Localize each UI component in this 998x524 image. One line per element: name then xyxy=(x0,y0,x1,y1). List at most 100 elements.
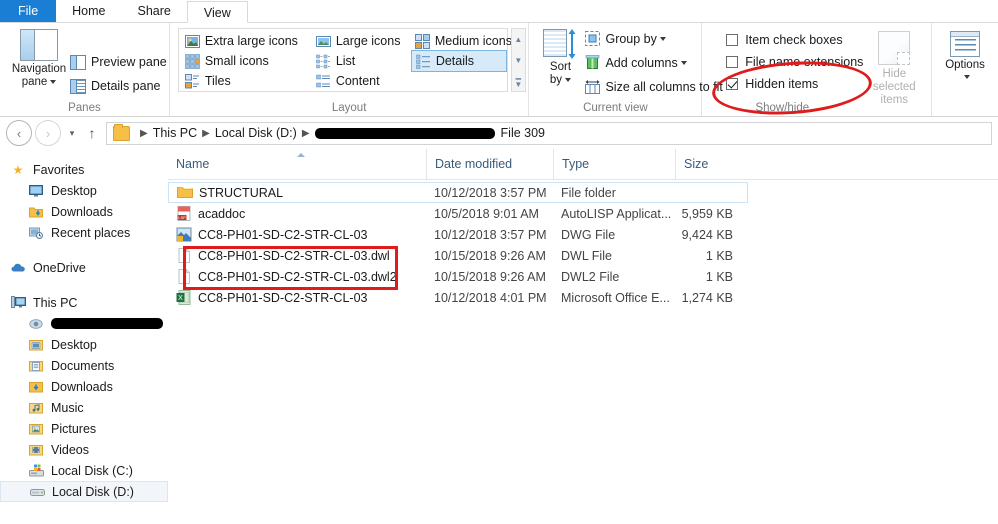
hidden-items-checkbox[interactable] xyxy=(726,77,739,90)
add-columns-button[interactable]: Add columns xyxy=(585,52,687,73)
sort-by-button[interactable]: Sort by xyxy=(537,29,583,87)
sidebar-item-local-disk-c[interactable]: Local Disk (C:) xyxy=(0,460,168,481)
layout-options-box: Extra large icons Large icons Medium ico… xyxy=(177,28,512,92)
table-row[interactable]: LSP acaddoc 10/5/2018 9:01 AM AutoLISP A… xyxy=(168,203,748,224)
breadcrumb-file-309[interactable]: File 309 xyxy=(501,126,545,140)
svg-text:LSP: LSP xyxy=(178,215,186,220)
table-row[interactable]: CC8-PH01-SD-C2-STR-CL-03.dwl2 10/15/2018… xyxy=(168,266,748,287)
breadcrumb-separator: ▶ xyxy=(301,127,310,139)
ribbon-tabstrip: File Home Share View xyxy=(0,0,998,23)
sort-by-label-line1: Sort xyxy=(549,61,572,73)
sidebar-item-downloads[interactable]: Downloads xyxy=(0,201,168,222)
sidebar-item-music[interactable]: Music xyxy=(0,397,168,418)
chevron-down-icon[interactable] xyxy=(659,36,666,41)
hidden-items-option[interactable]: Hidden items xyxy=(726,73,818,94)
hide-selected-items-label-line2: items xyxy=(880,94,909,106)
layout-large-icons[interactable]: Large icons xyxy=(312,31,408,51)
sidebar-item-videos[interactable]: Videos xyxy=(0,439,168,460)
layout-small-icons[interactable]: Small icons xyxy=(181,51,309,71)
tab-file[interactable]: File xyxy=(0,0,57,22)
details-pane-icon xyxy=(70,78,86,94)
content-icon xyxy=(316,74,330,87)
main-area: ★ Favorites Desktop Downloads Recent pla… xyxy=(0,149,998,524)
chevron-down-icon[interactable] xyxy=(565,77,572,82)
forward-button[interactable]: › xyxy=(35,120,61,146)
breadcrumb-local-disk-d[interactable]: Local Disk (D:) xyxy=(215,126,297,140)
ribbon-group-options: Options xyxy=(932,23,998,116)
sidebar-item-this-pc[interactable]: This PC xyxy=(0,292,168,313)
tab-home[interactable]: Home xyxy=(56,0,121,22)
details-icon xyxy=(416,54,430,69)
layout-extra-large-icons[interactable]: Extra large icons xyxy=(181,31,309,51)
folder-icon xyxy=(113,123,130,141)
sidebar-item-redacted[interactable] xyxy=(0,313,168,334)
layout-group-label: Layout xyxy=(331,102,367,114)
table-row[interactable]: CC8-PH01-SD-C2-STR-CL-03 10/12/2018 3:57… xyxy=(168,224,748,245)
column-header-name[interactable]: Name xyxy=(168,149,426,179)
layout-scroll-down-icon[interactable]: ▼ xyxy=(512,50,525,71)
sidebar-redacted-label xyxy=(51,318,163,329)
preview-pane-button[interactable]: Preview pane xyxy=(70,51,167,73)
layout-details[interactable]: Details xyxy=(410,50,507,72)
sidebar-item-downloads-pc[interactable]: Downloads xyxy=(0,376,168,397)
size-all-columns-icon xyxy=(585,80,601,94)
navigation-pane-button[interactable]: Navigation pane xyxy=(8,29,70,89)
layout-list[interactable]: List xyxy=(312,51,408,71)
chevron-down-icon[interactable] xyxy=(50,79,57,84)
chevron-down-icon[interactable] xyxy=(680,60,687,65)
file-name-extensions-option[interactable]: File name extensions xyxy=(726,51,863,72)
medium-icons-icon xyxy=(414,33,430,49)
sidebar-item-documents[interactable]: Documents xyxy=(0,355,168,376)
file-name-extensions-checkbox[interactable] xyxy=(726,55,739,68)
blank-file-icon xyxy=(176,248,192,263)
sidebar-item-recent-places[interactable]: Recent places xyxy=(0,222,168,243)
tab-share[interactable]: Share xyxy=(122,0,187,22)
hide-selected-items-button: Hide selected items xyxy=(860,31,928,107)
file-list-pane: Name Date modified Type Size STRUCTURAL … xyxy=(168,149,998,524)
music-folder-icon xyxy=(28,401,44,415)
sidebar-item-local-disk-d[interactable]: Local Disk (D:) xyxy=(0,481,168,502)
chevron-down-icon[interactable] xyxy=(963,74,970,79)
layout-tiles[interactable]: Tiles xyxy=(181,71,309,91)
lisp-file-icon: LSP xyxy=(176,206,192,221)
breadcrumb[interactable]: ▶ This PC ▶ Local Disk (D:) ▶ File 309 xyxy=(106,121,992,145)
back-button[interactable]: ‹ xyxy=(6,120,32,146)
options-button[interactable]: Options xyxy=(932,23,998,80)
recent-locations-icon[interactable]: ▾ xyxy=(64,128,80,139)
sidebar-item-onedrive[interactable]: OneDrive xyxy=(0,257,168,278)
hide-selected-items-icon xyxy=(878,31,911,65)
up-button[interactable]: ↑ xyxy=(82,125,102,141)
layout-scroll-up-icon[interactable]: ▲ xyxy=(512,29,525,50)
table-row[interactable]: CC8-PH01-SD-C2-STR-CL-03.dwl 10/15/2018 … xyxy=(168,245,748,266)
item-check-boxes-option[interactable]: Item check boxes xyxy=(726,29,843,50)
group-by-button[interactable]: Group by xyxy=(585,28,666,49)
breadcrumb-this-pc[interactable]: This PC xyxy=(153,126,197,140)
svg-text:X: X xyxy=(178,295,183,302)
sidebar-item-desktop-pc[interactable]: Desktop xyxy=(0,334,168,355)
options-icon xyxy=(950,31,981,57)
options-label: Options xyxy=(945,59,985,71)
tab-view[interactable]: View xyxy=(186,1,248,23)
details-pane-button[interactable]: Details pane xyxy=(70,75,161,97)
sidebar-item-pictures[interactable]: Pictures xyxy=(0,418,168,439)
large-icons-icon xyxy=(315,35,331,47)
table-row[interactable]: X CC8-PH01-SD-C2-STR-CL-03 10/12/2018 4:… xyxy=(168,287,748,308)
column-header-size[interactable]: Size xyxy=(675,149,750,179)
layout-content[interactable]: Content xyxy=(312,71,408,91)
column-header-date-modified[interactable]: Date modified xyxy=(426,149,553,179)
layout-medium-icons[interactable]: Medium icons xyxy=(411,31,512,51)
item-check-boxes-checkbox[interactable] xyxy=(726,33,739,46)
sidebar-item-desktop[interactable]: Desktop xyxy=(0,180,168,201)
navigation-pane: ★ Favorites Desktop Downloads Recent pla… xyxy=(0,149,168,524)
file-explorer-window: File Home Share View Navigation pane Pre… xyxy=(0,0,998,521)
current-view-group-label: Current view xyxy=(583,102,648,114)
navigation-pane-label-line1: Navigation xyxy=(11,63,67,75)
column-header-type[interactable]: Type xyxy=(553,149,675,179)
ribbon-group-panes: Navigation pane Preview pane Details pan… xyxy=(0,23,170,116)
table-row[interactable]: STRUCTURAL 10/12/2018 3:57 PM File folde… xyxy=(168,182,748,203)
star-icon: ★ xyxy=(12,162,24,177)
layout-scroll-controls[interactable]: ▲ ▼ ━ ▼ xyxy=(510,28,526,92)
pictures-folder-icon xyxy=(28,422,44,436)
layout-expand-icon[interactable]: ━ ▼ xyxy=(512,71,525,92)
sidebar-item-favorites[interactable]: ★ Favorites xyxy=(0,159,168,180)
